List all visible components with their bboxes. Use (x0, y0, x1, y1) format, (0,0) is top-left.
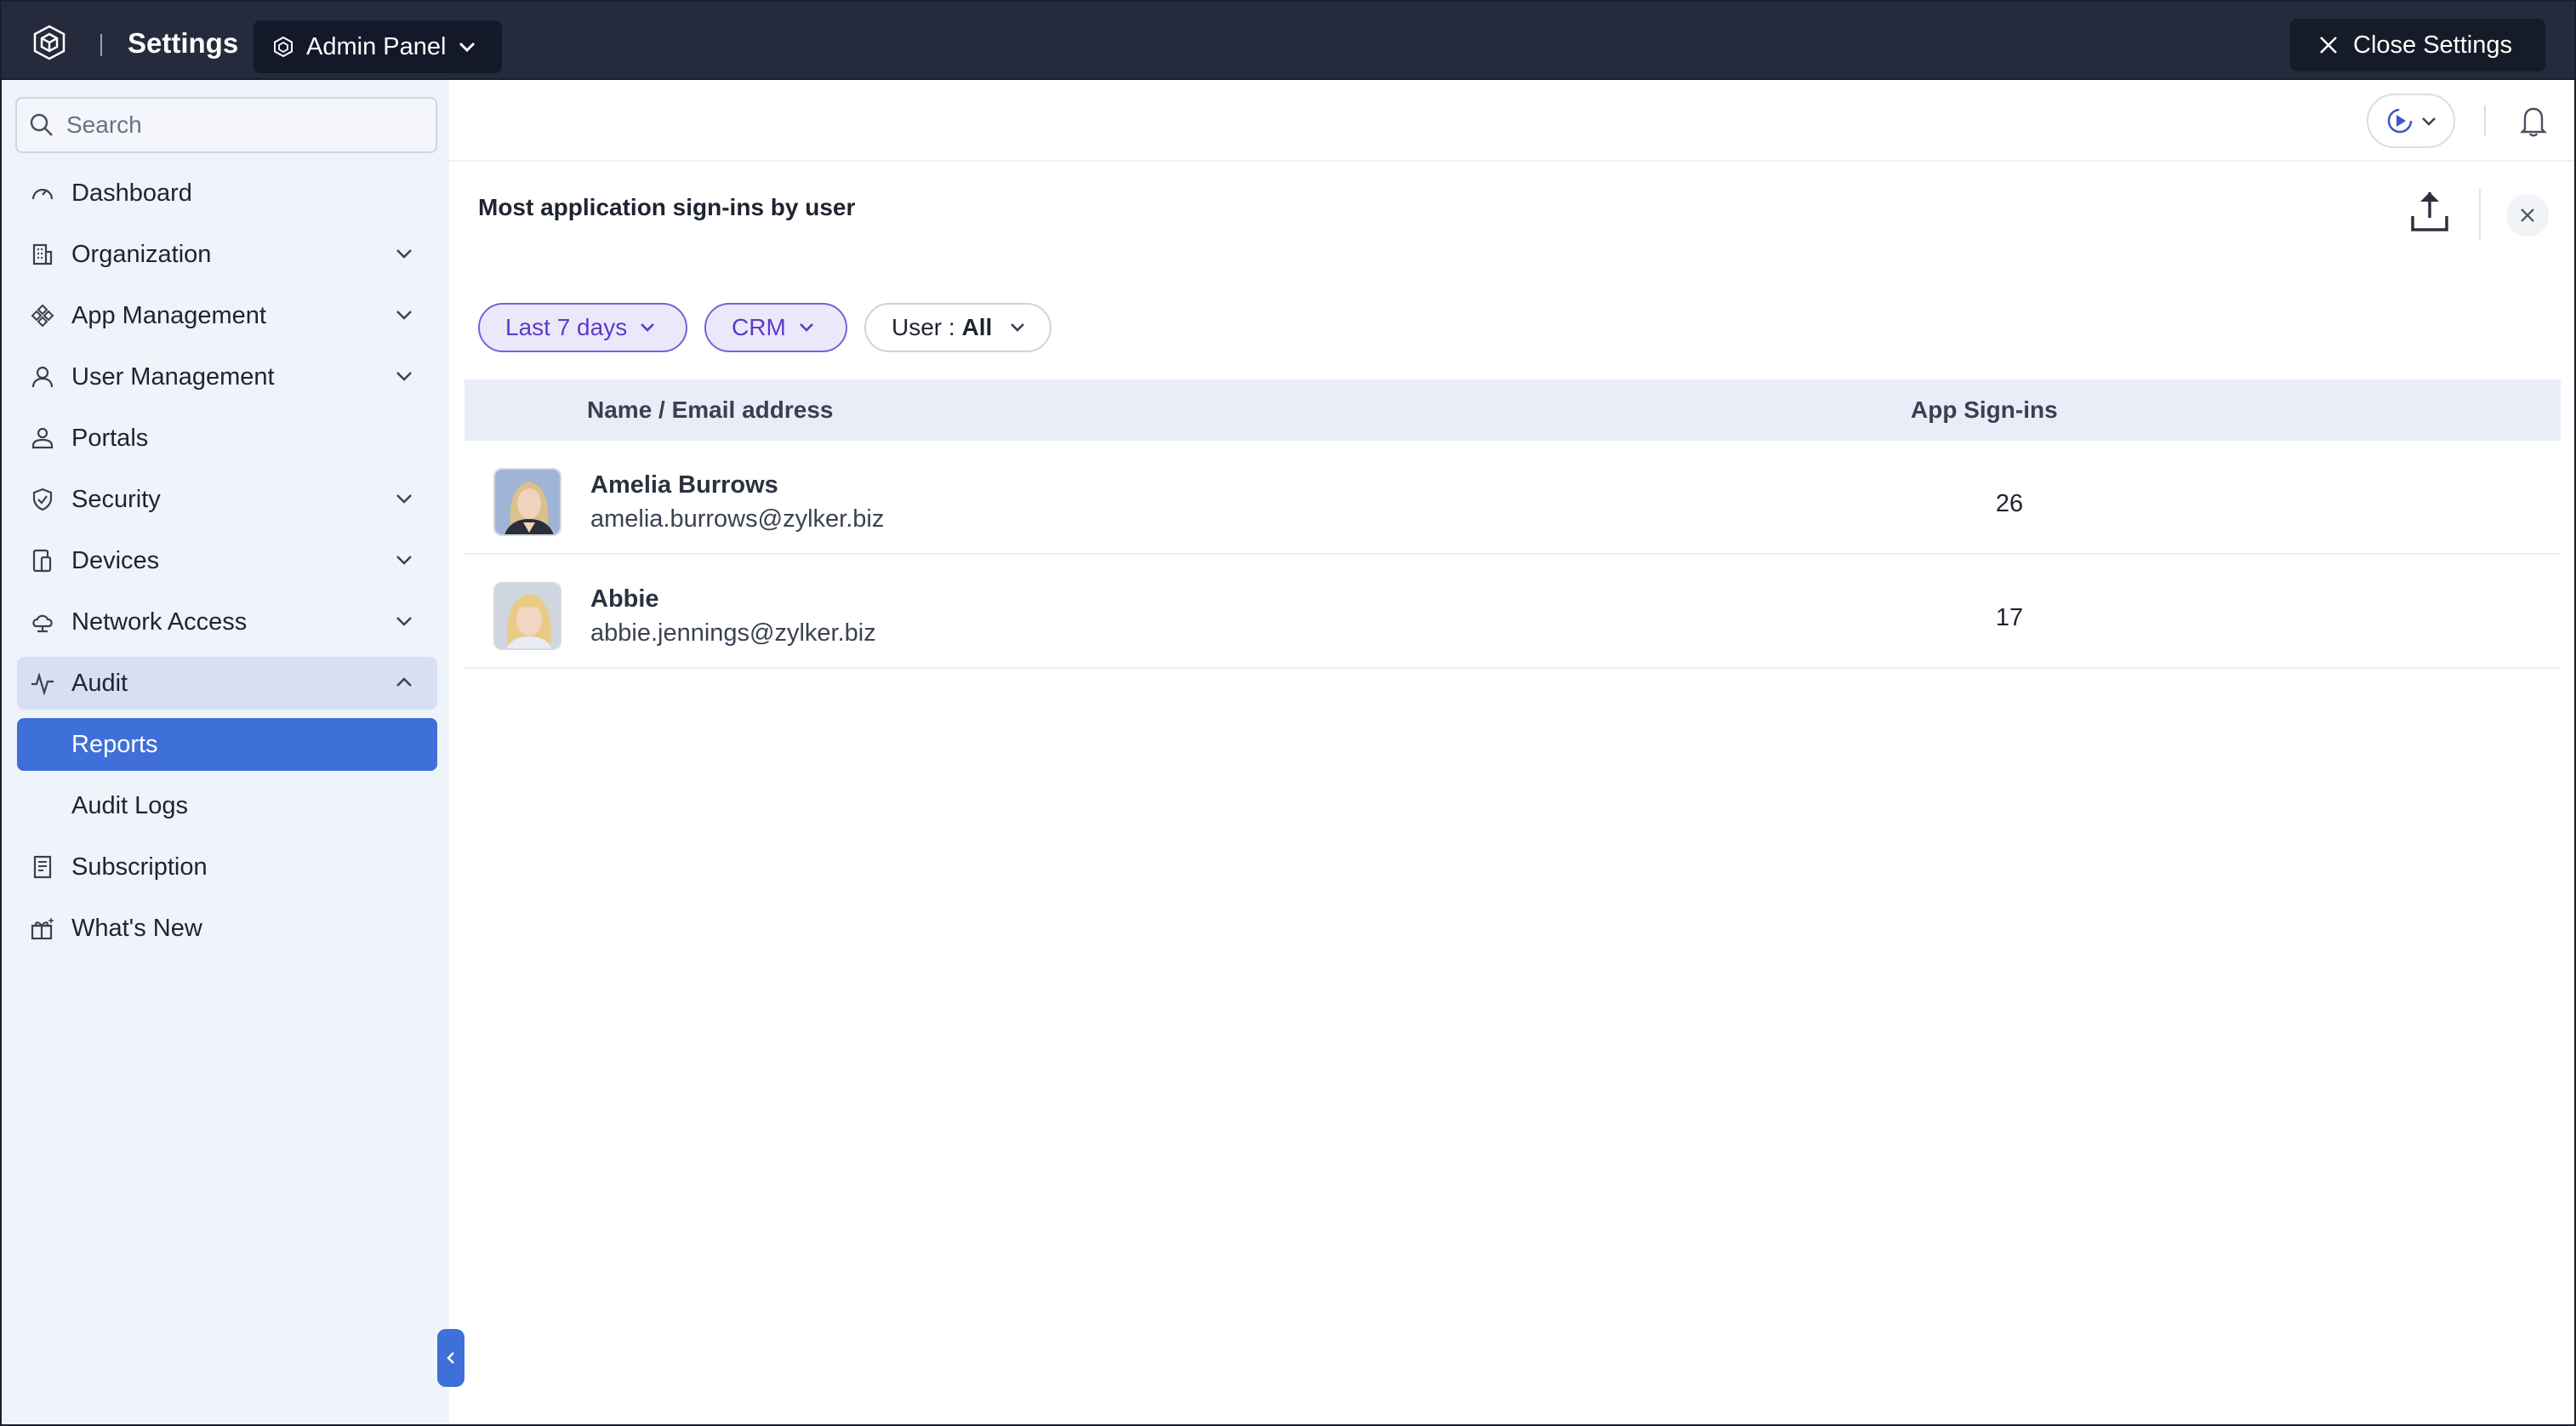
close-settings-label: Close Settings (2353, 31, 2512, 59)
export-icon[interactable] (2409, 187, 2450, 235)
topbar-divider (100, 34, 102, 56)
chevron-down-icon (396, 311, 412, 320)
sidebar-item-label: Subscription (71, 853, 208, 881)
sidebar-item-network-access[interactable]: Network Access (17, 596, 437, 648)
chevron-down-icon (459, 42, 476, 53)
app-filter-label: CRM (732, 314, 786, 340)
app-filter[interactable]: CRM (704, 303, 847, 352)
user-name: Amelia Burrows (590, 471, 778, 499)
bell-icon[interactable] (2518, 104, 2549, 138)
user-email: abbie.jennings@zylker.biz (590, 619, 876, 647)
report-title: Most application sign-ins by user (478, 194, 856, 220)
sidebar-item-devices[interactable]: Devices (17, 534, 437, 587)
gauge-icon (29, 180, 56, 207)
sidebar-item-subscription[interactable]: Subscription (17, 841, 437, 893)
chevron-down-icon (1011, 323, 1025, 332)
user-filter-value: All (961, 314, 993, 340)
user-icon (29, 363, 56, 391)
sidebar-item-user-management[interactable]: User Management (17, 351, 437, 403)
chevron-down-icon (396, 249, 412, 259)
table-row[interactable]: Abbie abbie.jennings@zylker.biz 17 (464, 555, 2561, 669)
sidebar-item-audit[interactable]: Audit (17, 657, 437, 710)
activity-icon (29, 670, 56, 697)
shield-icon (29, 486, 56, 513)
header-divider (2484, 106, 2486, 136)
sidebar-item-label: App Management (71, 301, 266, 329)
search-icon (30, 113, 53, 136)
org-selector-button[interactable]: Admin Panel (254, 20, 502, 73)
sidebar: Dashboard Organization App Management Us… (0, 80, 449, 1426)
collapse-sidebar-button[interactable] (437, 1329, 464, 1387)
header-separator (449, 160, 2574, 162)
user-name: Abbie (590, 585, 659, 613)
close-icon (2521, 208, 2534, 222)
chevron-down-icon (396, 494, 412, 504)
sidebar-item-portals[interactable]: Portals (17, 412, 437, 465)
portal-icon (29, 425, 56, 452)
sidebar-item-organization[interactable]: Organization (17, 228, 437, 281)
chevron-up-icon (396, 677, 412, 687)
sidebar-item-audit-logs[interactable]: Audit Logs (17, 779, 437, 832)
chevron-down-icon (396, 617, 412, 626)
sidebar-item-label: User Management (71, 362, 275, 391)
assistant-button[interactable] (2367, 94, 2455, 148)
chevron-down-icon (396, 372, 412, 381)
chevron-left-icon (447, 1352, 454, 1364)
chevron-down-icon (2422, 117, 2436, 126)
sidebar-item-app-management[interactable]: App Management (17, 289, 437, 342)
user-filter-prefix: User : (892, 314, 962, 340)
chevron-down-icon (641, 323, 655, 332)
period-filter-label: Last 7 days (505, 314, 628, 340)
chevron-down-icon (396, 556, 412, 565)
close-icon (2320, 37, 2337, 54)
devices-icon (29, 547, 56, 574)
signin-count: 26 (1995, 490, 2024, 517)
receipt-icon (29, 853, 56, 881)
sidebar-item-dashboard[interactable]: Dashboard (17, 167, 437, 220)
signin-count: 17 (1995, 604, 2024, 631)
period-filter[interactable]: Last 7 days (478, 303, 687, 352)
avatar (493, 582, 561, 650)
sidebar-item-label: Devices (71, 546, 160, 574)
search-box[interactable] (15, 97, 437, 153)
sidebar-item-label: Portals (71, 424, 149, 452)
sidebar-item-label: Network Access (71, 607, 248, 636)
gift-icon (29, 915, 56, 942)
column-header-name[interactable]: Name / Email address (587, 396, 833, 424)
sidebar-item-security[interactable]: Security (17, 473, 437, 526)
column-header-signins[interactable]: App Sign-ins (1911, 396, 2058, 424)
table-header: Name / Email address App Sign-ins (464, 379, 2561, 441)
play-circle-icon (2387, 108, 2413, 134)
apps-icon (29, 302, 56, 329)
sidebar-item-label: Dashboard (71, 179, 192, 207)
top-bar: Settings Admin Panel Close Settings (0, 0, 2576, 80)
close-settings-button[interactable]: Close Settings (2290, 19, 2545, 71)
sidebar-item-label: What's New (71, 914, 202, 942)
building-icon (29, 241, 56, 268)
hexagon-icon (274, 36, 293, 58)
sidebar-item-label: Reports (71, 730, 158, 758)
sidebar-item-label: Audit Logs (71, 791, 189, 819)
sidebar-item-whats-new[interactable]: What's New (17, 902, 437, 955)
sidebar-item-label: Organization (71, 240, 212, 268)
page-title: Settings (128, 27, 239, 59)
table-row[interactable]: Amelia Burrows amelia.burrows@zylker.biz… (464, 441, 2561, 555)
user-filter[interactable]: User : All (864, 303, 1051, 352)
toolbar-divider (2479, 189, 2481, 240)
search-input[interactable] (66, 111, 424, 139)
sidebar-item-reports[interactable]: Reports (17, 718, 437, 771)
cube-logo-icon[interactable] (31, 24, 68, 61)
chevron-down-icon (799, 323, 813, 332)
close-report-button[interactable] (2506, 194, 2549, 237)
org-selector-label: Admin Panel (306, 32, 447, 60)
cloud-icon (29, 608, 56, 636)
sidebar-item-label: Security (71, 485, 161, 513)
sidebar-item-label: Audit (71, 669, 128, 697)
user-email: amelia.burrows@zylker.biz (590, 505, 885, 533)
avatar (493, 468, 561, 536)
